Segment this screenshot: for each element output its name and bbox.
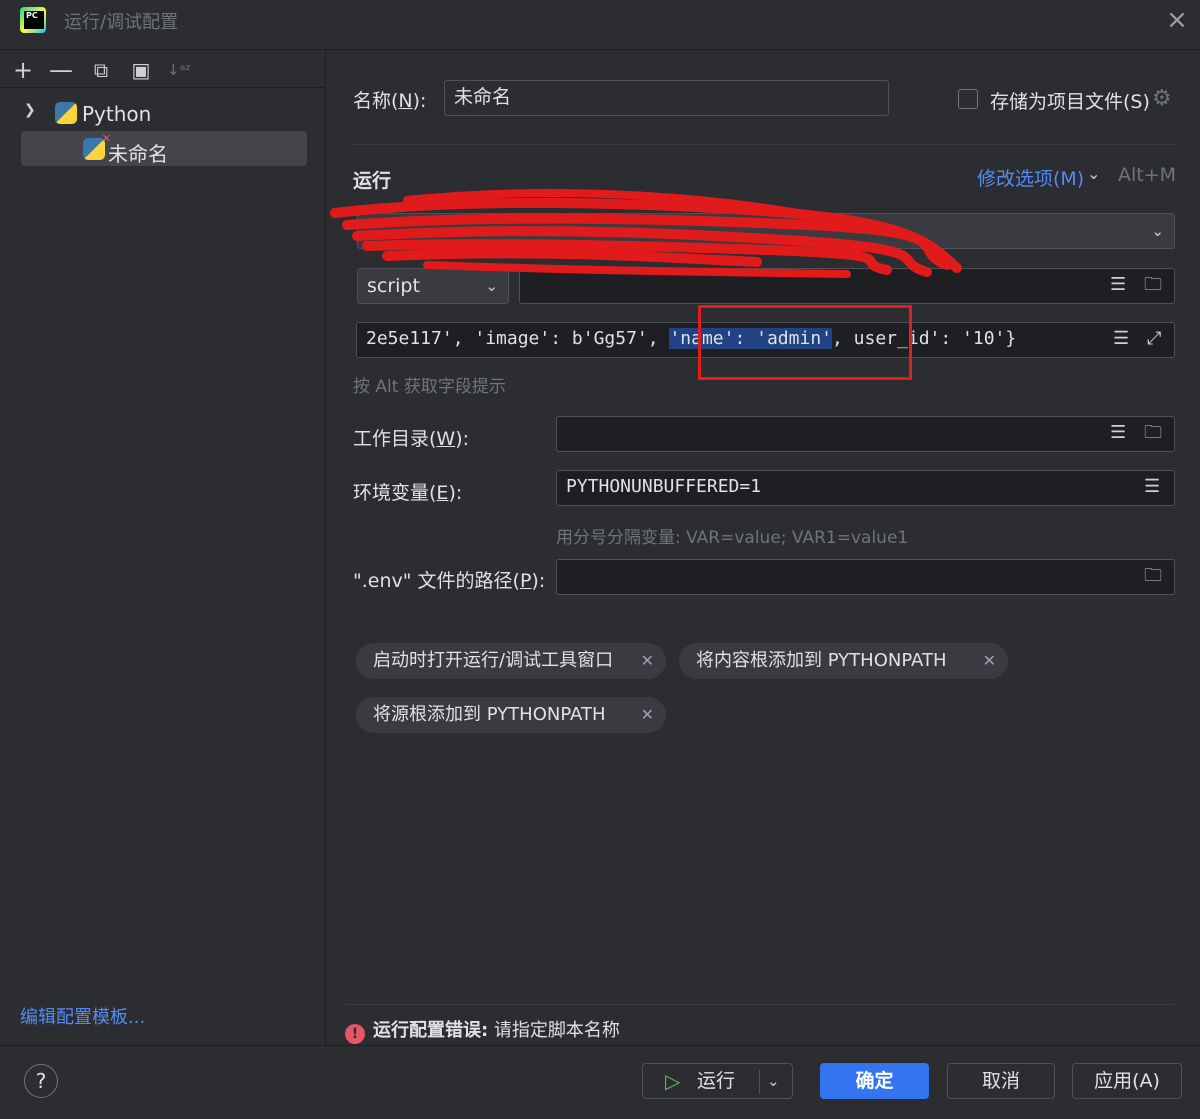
help-button[interactable]: ?: [24, 1064, 58, 1098]
apply-button[interactable]: 应用(A): [1072, 1063, 1182, 1099]
separator: [353, 144, 1175, 145]
env-hint: 用分号分隔变量: VAR=value; VAR1=value1: [556, 528, 909, 548]
folder-icon[interactable]: 🗀: [1144, 269, 1162, 301]
new-folder-icon[interactable]: ▣: [128, 58, 154, 84]
chip-label: 启动时打开运行/调试工具窗口: [373, 650, 614, 671]
workdir-label: 工作目录(W):: [353, 428, 470, 450]
workdir-input[interactable]: ☰ 🗀: [556, 416, 1175, 452]
name-label: 名称(N):: [353, 90, 427, 112]
tree-item-unnamed[interactable]: 未命名: [108, 138, 168, 167]
tree-group-python[interactable]: Python: [82, 102, 151, 126]
title-bar: 运行/调试配置 ×: [0, 0, 1200, 50]
python-error-icon: ✕: [83, 132, 111, 160]
dotenv-input[interactable]: 🗀: [556, 559, 1175, 595]
script-type-select[interactable]: script ⌄: [357, 268, 509, 304]
config-sidebar: + — ⧉ ▣ ↓ᵃᶻ ❯ Python ✕ 未命名 编辑配置模板...: [0, 50, 326, 1045]
window-title: 运行/调试配置: [64, 12, 179, 33]
python-icon: [55, 102, 77, 124]
config-form: 名称(N): 未命名 存储为项目文件(S) ⚙ 运行 修改选项(M) ⌄ Alt…: [327, 50, 1200, 1045]
sidebar-divider: [0, 87, 326, 88]
parameters-text-before: 2e5e117', 'image': b'Gg57',: [366, 328, 670, 349]
annotation-highlight-box: [698, 305, 912, 380]
chip-label: 将源根添加到 PYTHONPATH: [373, 704, 606, 725]
option-chip[interactable]: 将内容根添加到 PYTHONPATH ✕: [679, 643, 1008, 679]
list-icon[interactable]: ☰: [1109, 323, 1134, 355]
script-path-input[interactable]: ☰ 🗀: [519, 268, 1175, 304]
chevron-down-icon[interactable]: ⌄: [1087, 164, 1100, 183]
separator: [345, 1004, 1175, 1005]
modify-options-link[interactable]: 修改选项(M): [977, 164, 1084, 191]
dialog-footer: ? ▷ 运行 ⌄ 确定 取消 应用(A): [0, 1045, 1200, 1119]
close-icon[interactable]: ×: [1162, 6, 1192, 36]
error-message: ! 运行配置错误: 请指定脚本名称: [345, 1016, 620, 1044]
close-icon[interactable]: ✕: [641, 697, 654, 733]
run-label: 运行: [697, 1070, 736, 1092]
modify-options-shortcut: Alt+M: [1118, 164, 1177, 186]
play-icon: ▷: [665, 1069, 681, 1093]
chip-label: 将内容根添加到 PYTHONPATH: [696, 650, 947, 671]
error-text: 请指定脚本名称: [488, 1020, 620, 1041]
expand-icon[interactable]: ⤢: [1143, 323, 1166, 355]
error-title: 运行配置错误:: [373, 1020, 489, 1041]
store-as-project-checkbox[interactable]: [958, 89, 978, 109]
chevron-down-icon[interactable]: ❯: [24, 102, 36, 118]
list-icon[interactable]: ☰: [1110, 417, 1126, 449]
list-icon[interactable]: ☰: [1110, 269, 1126, 301]
name-input[interactable]: 未命名: [444, 80, 889, 116]
remove-config-icon[interactable]: —: [48, 58, 74, 84]
copy-config-icon[interactable]: ⧉: [88, 58, 114, 84]
option-chip[interactable]: 启动时打开运行/调试工具窗口 ✕: [356, 643, 666, 679]
script-type-value: script: [367, 275, 420, 297]
folder-icon[interactable]: 🗀: [1144, 417, 1162, 449]
run-button[interactable]: ▷ 运行 ⌄: [642, 1063, 793, 1099]
sort-icon[interactable]: ↓ᵃᶻ: [166, 58, 192, 84]
section-run-title: 运行: [353, 170, 392, 192]
add-config-icon[interactable]: +: [10, 58, 36, 84]
chevron-down-icon[interactable]: ⌄: [767, 1064, 780, 1098]
edit-templates-link[interactable]: 编辑配置模板...: [20, 1003, 145, 1029]
alt-hint: 按 Alt 获取字段提示: [353, 377, 506, 397]
gear-icon[interactable]: ⚙: [1152, 86, 1172, 111]
chevron-down-icon: ⌄: [485, 277, 498, 295]
cancel-button[interactable]: 取消: [947, 1063, 1055, 1099]
list-icon[interactable]: ☰: [1144, 471, 1160, 503]
env-input[interactable]: PYTHONUNBUFFERED=1 ☰: [556, 470, 1175, 506]
interpreter-select[interactable]: ⌄: [357, 213, 1175, 249]
ok-button[interactable]: 确定: [820, 1063, 929, 1099]
pycharm-logo-icon: [20, 7, 46, 33]
close-icon[interactable]: ✕: [983, 643, 996, 679]
env-value: PYTHONUNBUFFERED=1: [566, 476, 762, 497]
option-chip[interactable]: 将源根添加到 PYTHONPATH ✕: [356, 697, 666, 733]
folder-icon[interactable]: 🗀: [1144, 560, 1162, 592]
dotenv-label: ".env" 文件的路径(P):: [353, 570, 546, 592]
error-icon: !: [345, 1024, 365, 1044]
env-label: 环境变量(E):: [353, 482, 463, 504]
split-divider: [759, 1070, 760, 1094]
close-icon[interactable]: ✕: [641, 643, 654, 679]
store-as-project-label: 存储为项目文件(S): [990, 91, 1150, 113]
chevron-down-icon: ⌄: [1151, 222, 1164, 240]
